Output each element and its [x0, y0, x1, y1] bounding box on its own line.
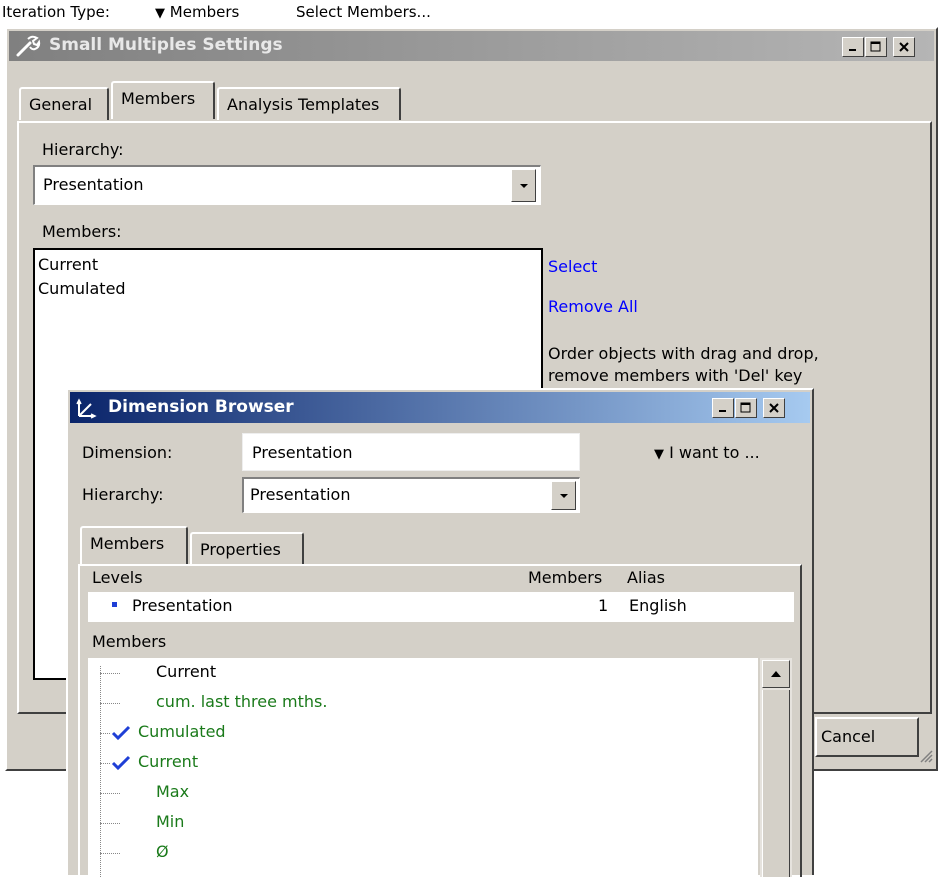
list-item[interactable]: Cumulated	[38, 277, 541, 301]
members-dropdown[interactable]: ▼ Members	[155, 3, 239, 21]
maximize-icon	[740, 402, 751, 413]
maximize-button[interactable]	[865, 37, 887, 57]
settings-window-title: Small Multiples Settings	[49, 35, 283, 55]
hierarchy-label: Hierarchy:	[42, 140, 124, 159]
close-icon	[769, 403, 779, 413]
checkmark-icon	[111, 755, 131, 771]
tree-item[interactable]: Current	[88, 658, 758, 688]
iteration-type-label: Iteration Type:	[2, 3, 110, 21]
tree-item[interactable]: cum. last three mths.	[88, 688, 758, 718]
members-column-header: Members	[528, 568, 603, 587]
levels-grid-header: Levels Members Alias	[86, 568, 796, 592]
members-section-header: Members	[92, 632, 167, 651]
tab-general[interactable]: General	[19, 87, 109, 120]
level-members-count: 1	[598, 596, 609, 615]
hierarchy-combo[interactable]: Presentation	[33, 165, 541, 205]
dimension-label: Dimension:	[82, 443, 173, 462]
minimize-button[interactable]	[712, 398, 734, 418]
tree-item[interactable]: Ø	[88, 838, 758, 868]
chevron-down-icon	[519, 183, 528, 188]
remove-all-link[interactable]: Remove All	[548, 297, 638, 316]
close-button[interactable]	[893, 37, 915, 57]
close-icon	[899, 42, 909, 52]
hierarchy-label: Hierarchy:	[82, 485, 164, 504]
alias-column-header: Alias	[627, 568, 665, 587]
tree-item-label: Max	[156, 782, 190, 801]
tree-item-label: Current	[156, 662, 217, 681]
hierarchy-combo-value: Presentation	[43, 175, 144, 194]
levels-column-header: Levels	[92, 568, 143, 587]
list-item[interactable]: Current	[38, 253, 541, 277]
dimension-browser-title-bar[interactable]: Dimension Browser	[70, 392, 810, 423]
i-want-to-menu[interactable]: ▼ I want to ...	[654, 443, 760, 462]
tree-item-label: Cumulated	[138, 722, 226, 741]
minimize-icon	[849, 49, 856, 51]
wrench-icon	[16, 35, 41, 57]
maximize-button[interactable]	[735, 398, 757, 418]
tree-item-label: Current	[138, 752, 199, 771]
resize-grip-icon[interactable]	[919, 749, 933, 763]
close-button[interactable]	[763, 398, 785, 418]
tree-item-label: Min	[156, 812, 185, 831]
dimension-field-value: Presentation	[252, 443, 353, 462]
select-members-button[interactable]: Select Members...	[296, 3, 431, 21]
dimension-browser-window: Dimension Browser Dimension: Presentatio…	[66, 388, 814, 877]
scroll-up-button[interactable]	[762, 660, 790, 688]
hierarchy-combo-dropdown-button[interactable]	[511, 169, 536, 202]
tab-properties[interactable]: Properties	[190, 532, 304, 565]
chevron-up-icon	[771, 671, 781, 677]
hierarchy-combo-dropdown-button[interactable]	[551, 481, 576, 510]
minimize-icon	[719, 410, 726, 412]
hierarchy-combo-value: Presentation	[250, 485, 351, 504]
tree-item[interactable]: Min	[88, 808, 758, 838]
checkmark-icon	[111, 725, 131, 741]
tab-members[interactable]: Members	[80, 526, 188, 564]
tree-item-label: cum. last three mths.	[156, 692, 328, 711]
tree-item[interactable]: Current	[88, 748, 758, 778]
chevron-down-icon	[559, 493, 568, 498]
triangle-down-icon: ▼	[155, 6, 165, 21]
bullet-icon	[112, 602, 117, 607]
members-label: Members:	[42, 222, 122, 241]
maximize-icon	[870, 41, 881, 52]
top-toolbar: Iteration Type: ▼ Members Select Members…	[0, 0, 943, 26]
level-alias: English	[629, 596, 687, 615]
members-tree[interactable]: Current cum. last three mths. Cumulated …	[88, 658, 758, 877]
cancel-button[interactable]: Cancel	[815, 717, 919, 757]
hierarchy-combo[interactable]: Presentation	[242, 477, 580, 513]
scroll-thumb[interactable]	[762, 690, 790, 877]
tree-item[interactable]: Max	[88, 778, 758, 808]
members-tree-scrollbar[interactable]	[760, 658, 792, 877]
dimension-icon	[76, 398, 97, 419]
select-link[interactable]: Select	[548, 257, 597, 276]
drag-drop-hint: Order objects with drag and drop, remove…	[548, 344, 819, 385]
tree-item[interactable]: Cumulated	[88, 718, 758, 748]
table-row[interactable]: Presentation 1 English	[88, 592, 794, 622]
tab-analysis-templates[interactable]: Analysis Templates	[217, 87, 401, 120]
tab-members[interactable]: Members	[111, 81, 215, 119]
triangle-down-icon: ▼	[654, 447, 664, 462]
tree-item-label: Ø	[156, 842, 169, 861]
settings-title-bar[interactable]: Small Multiples Settings	[9, 31, 934, 61]
level-name: Presentation	[132, 596, 233, 615]
dimension-field[interactable]: Presentation	[242, 433, 580, 471]
minimize-button[interactable]	[842, 37, 864, 57]
dimension-browser-title: Dimension Browser	[108, 397, 294, 417]
